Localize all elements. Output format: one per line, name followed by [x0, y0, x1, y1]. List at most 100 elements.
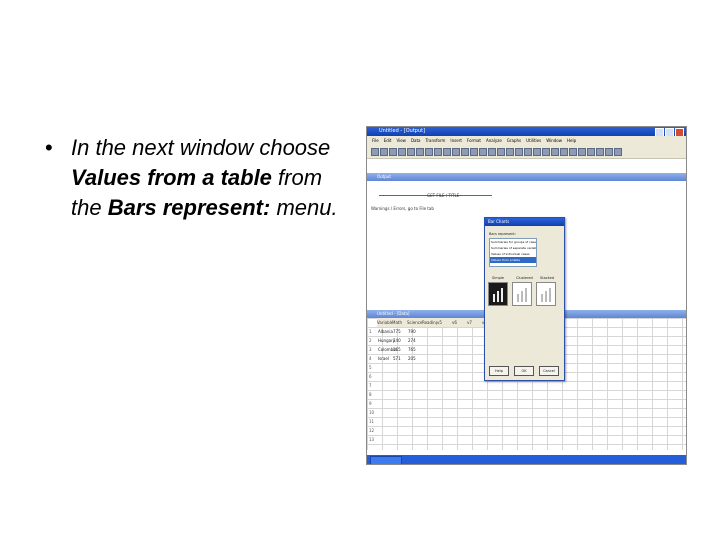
- row-number: 1: [369, 329, 372, 334]
- toolbar-button-icon[interactable]: [614, 148, 622, 156]
- column-header[interactable]: Variable: [377, 318, 393, 327]
- table-cell[interactable]: 205: [408, 356, 416, 361]
- toolbar-button-icon[interactable]: [470, 148, 478, 156]
- taskbar-item[interactable]: [370, 456, 402, 464]
- dialog-title-bar: Bar Charts: [485, 218, 564, 226]
- bullet-text-bold-2: Bars represent:: [107, 195, 271, 220]
- chart-type-stacked-icon[interactable]: [536, 282, 556, 306]
- bars-represent-option[interactable]: Values from a table: [490, 257, 536, 263]
- toolbar-button-icon[interactable]: [389, 148, 397, 156]
- table-cell[interactable]: 775: [393, 329, 401, 334]
- row-number: 12: [369, 428, 375, 433]
- toolbar-button-icon[interactable]: [506, 148, 514, 156]
- taskbar: [367, 455, 686, 464]
- table-cell[interactable]: 165: [393, 347, 401, 352]
- menu-item-edit[interactable]: Edit: [384, 138, 392, 143]
- row-number: 4: [369, 356, 372, 361]
- toolbar-button-icon[interactable]: [416, 148, 424, 156]
- row-number: 10: [369, 410, 375, 415]
- chart-bar-glyph: [493, 294, 495, 302]
- bars-represent-list[interactable]: Summaries for groups of cases Summaries o…: [489, 238, 537, 267]
- menu-bar: File Edit View Data Transform Insert Format Ana…: [367, 136, 686, 145]
- cancel-button[interactable]: Cancel: [539, 366, 559, 376]
- table-cell[interactable]: Albania: [378, 329, 393, 334]
- menu-item-format[interactable]: Format: [467, 138, 481, 143]
- chart-bar-glyph: [517, 294, 519, 302]
- toolbar-button-icon[interactable]: [425, 148, 433, 156]
- column-header[interactable]: Math: [392, 318, 407, 327]
- ok-button[interactable]: OK: [514, 366, 534, 376]
- menu-item-view[interactable]: View: [396, 138, 406, 143]
- output-text: Warnings / Errors, go to File tab: [371, 206, 434, 211]
- toolbar-button-icon[interactable]: [488, 148, 496, 156]
- toolbar-button-icon[interactable]: [542, 148, 550, 156]
- toolbar-button-icon[interactable]: [569, 148, 577, 156]
- menu-item-data[interactable]: Data: [411, 138, 421, 143]
- toolbar-button-icon[interactable]: [398, 148, 406, 156]
- bullet-symbol: •: [45, 135, 53, 160]
- menu-item-graphs[interactable]: Graphs: [507, 138, 521, 143]
- menu-item-utilities[interactable]: Utilities: [526, 138, 541, 143]
- toolbar-button-icon[interactable]: [596, 148, 604, 156]
- toolbar-button-icon[interactable]: [551, 148, 559, 156]
- chart-bar-glyph: [549, 288, 551, 302]
- toolbar-button-icon[interactable]: [461, 148, 469, 156]
- row-number: 11: [369, 419, 375, 424]
- toolbar-button-icon[interactable]: [407, 148, 415, 156]
- chart-bar-glyph: [501, 288, 503, 302]
- table-cell[interactable]: 790: [408, 329, 416, 334]
- menu-item-window[interactable]: Window: [546, 138, 562, 143]
- bullet-text-part-1: In the next window choose: [71, 135, 331, 160]
- row-number: 5: [369, 365, 372, 370]
- row-number: 2: [369, 338, 372, 343]
- toolbar-button-icon[interactable]: [434, 148, 442, 156]
- toolbar-button-icon[interactable]: [452, 148, 460, 156]
- toolbar-button-icon[interactable]: [443, 148, 451, 156]
- row-number: 7: [369, 383, 372, 388]
- toolbar-button-icon[interactable]: [587, 148, 595, 156]
- column-header[interactable]: v7: [467, 318, 482, 327]
- chart-bar-glyph: [525, 288, 527, 302]
- chart-type-label: Stacked: [540, 276, 554, 280]
- toolbar-button-icon[interactable]: [515, 148, 523, 156]
- menu-item-help[interactable]: Help: [567, 138, 576, 143]
- menu-item-file[interactable]: File: [372, 138, 379, 143]
- row-number: 8: [369, 392, 372, 397]
- chart-type-clustered-icon[interactable]: [512, 282, 532, 306]
- menu-item-transform[interactable]: Transform: [426, 138, 446, 143]
- toolbar-button-icon[interactable]: [479, 148, 487, 156]
- toolbar-button-icon[interactable]: [371, 148, 379, 156]
- column-header[interactable]: Science: [407, 318, 423, 327]
- toolbar-button-icon[interactable]: [560, 148, 568, 156]
- table-cell[interactable]: 274: [408, 338, 416, 343]
- bullet-text-bold-1: Values from a table: [71, 165, 272, 190]
- toolbar-button-icon[interactable]: [524, 148, 532, 156]
- column-header[interactable]: v6: [452, 318, 467, 327]
- table-cell[interactable]: 240: [393, 338, 401, 343]
- column-header[interactable]: v5: [437, 318, 452, 327]
- row-number: 13: [369, 437, 375, 442]
- output-window-title: Output: [377, 174, 391, 179]
- table-cell[interactable]: 571: [393, 356, 401, 361]
- bullet-text: In the next window choose Values from a …: [71, 133, 351, 223]
- menu-item-analyze[interactable]: Analyze: [486, 138, 502, 143]
- bars-represent-label: Bars represent:: [489, 232, 516, 236]
- chart-type-simple-icon[interactable]: [488, 282, 508, 306]
- toolbar-button-icon[interactable]: [578, 148, 586, 156]
- chart-bar-glyph: [521, 291, 523, 302]
- bullet-text-part-3: menu.: [270, 195, 338, 220]
- menu-item-insert[interactable]: Insert: [450, 138, 461, 143]
- help-button[interactable]: Help: [489, 366, 509, 376]
- table-cell[interactable]: Israel: [378, 356, 389, 361]
- embedded-screenshot: Untitled - [Output] File Edit View Data Tran…: [366, 126, 687, 465]
- toolbar-button-icon[interactable]: [533, 148, 541, 156]
- bar-charts-dialog: Bar Charts Bars represent: Summaries for…: [484, 217, 565, 381]
- output-heading: GET FILE / TITLE: [427, 193, 460, 198]
- toolbar-button-icon[interactable]: [380, 148, 388, 156]
- column-header[interactable]: Reading: [422, 318, 438, 327]
- chart-type-label: Clustered: [516, 276, 533, 280]
- table-cell[interactable]: 765: [408, 347, 416, 352]
- toolbar-button-icon[interactable]: [497, 148, 505, 156]
- toolbar-button-icon[interactable]: [605, 148, 613, 156]
- row-number: 3: [369, 347, 372, 352]
